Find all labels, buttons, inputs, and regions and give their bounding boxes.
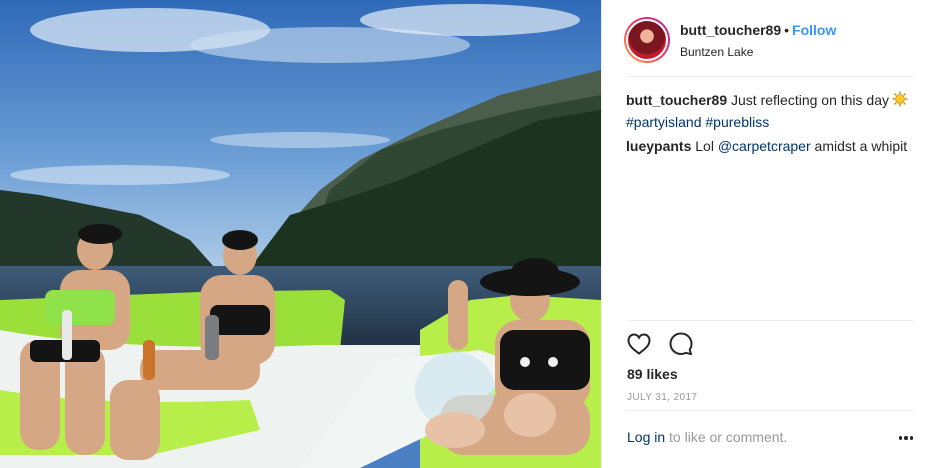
instagram-post: butt_toucher89 • Follow Buntzen Lake butt_… — [0, 0, 936, 468]
comment-text: amidst a whipit — [814, 138, 908, 154]
follow-button[interactable]: Follow — [792, 22, 836, 38]
post-photo[interactable] — [0, 0, 601, 468]
actions-divider — [626, 320, 914, 321]
header-divider — [626, 76, 914, 77]
action-bar — [626, 331, 694, 357]
post-header: butt_toucher89 • Follow Buntzen Lake — [624, 14, 914, 66]
header-username[interactable]: butt_toucher89 — [680, 22, 781, 38]
comments-section: butt_toucher89 Just reflecting on this d… — [626, 90, 916, 160]
login-link[interactable]: Log in — [627, 429, 665, 445]
caption: butt_toucher89 Just reflecting on this d… — [626, 90, 916, 132]
more-options-icon[interactable] — [896, 428, 916, 448]
likes-count[interactable]: 89 likes — [627, 366, 678, 382]
hashtag-link[interactable]: #purebliss — [705, 114, 769, 130]
header-text: butt_toucher89 • Follow Buntzen Lake — [680, 21, 836, 60]
comment-text: Lol — [695, 138, 714, 154]
avatar[interactable] — [624, 17, 670, 63]
caption-username[interactable]: butt_toucher89 — [626, 92, 727, 108]
login-rest-text: to like or comment. — [669, 429, 788, 445]
login-divider — [626, 410, 914, 411]
post-date: JULY 31, 2017 — [627, 392, 698, 403]
comment-username[interactable]: lueypants — [626, 138, 691, 154]
login-prompt: Log in to like or comment. — [627, 429, 787, 445]
post-sidebar: butt_toucher89 • Follow Buntzen Lake butt_… — [601, 0, 936, 468]
comment-bubble-icon[interactable] — [668, 331, 694, 357]
hashtag-link[interactable]: #partyisland — [626, 114, 702, 130]
location-link[interactable]: Buntzen Lake — [680, 45, 836, 60]
comment: lueypants Lol @carpetcraper amidst a whi… — [626, 136, 916, 156]
lake-float-photo — [0, 0, 601, 468]
heart-icon[interactable] — [626, 331, 652, 357]
mention-link[interactable]: @carpetcraper — [718, 138, 811, 154]
sun-emoji-icon — [892, 91, 908, 112]
caption-text: Just reflecting on this day — [731, 92, 889, 108]
header-separator: • — [784, 21, 790, 38]
